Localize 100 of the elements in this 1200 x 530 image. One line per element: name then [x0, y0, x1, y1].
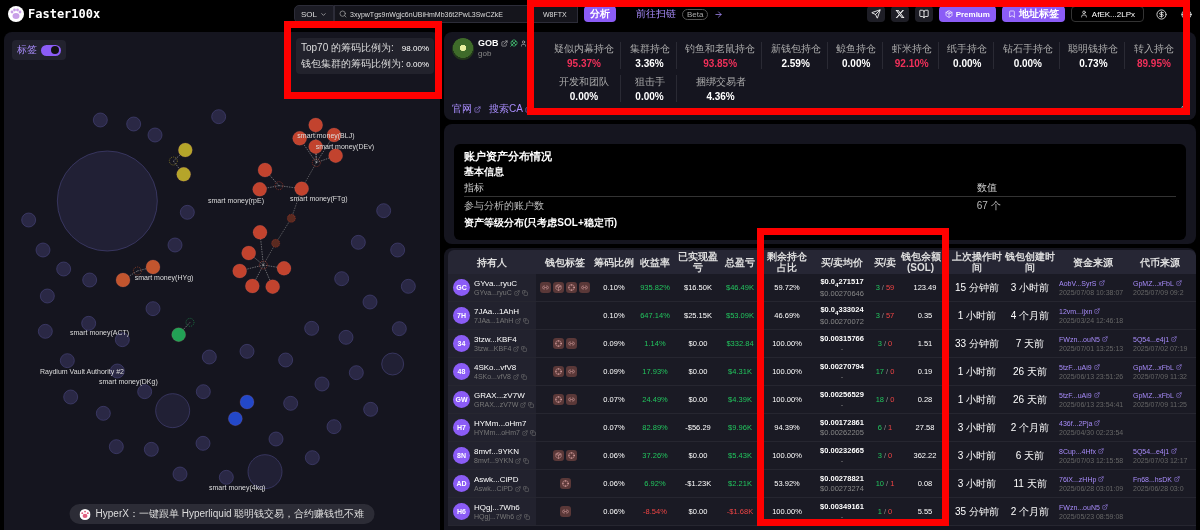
- table-cell: 3 小时前: [1010, 280, 1050, 295]
- stat-label: 捆绑交易者: [695, 75, 746, 89]
- column-header: 指标: [464, 180, 977, 197]
- copy-icon[interactable]: [529, 429, 536, 436]
- ratio-value: 0.00%: [406, 59, 429, 69]
- banner-text: HyperX：一键跟单 Hyperliquid 聪明钱交易，合约赚钱也不难: [95, 507, 365, 521]
- copy-icon[interactable]: [521, 289, 528, 296]
- table-cell: 3 小时前: [957, 476, 997, 491]
- column-header: 总盈亏: [723, 255, 756, 270]
- bookmark-icon: [1007, 10, 1016, 18]
- section-title: 账户资产分布情况: [464, 149, 553, 164]
- holder-name[interactable]: 4SKo...vfV8: [474, 363, 527, 372]
- holder-name[interactable]: GYva...ryuC: [474, 279, 528, 288]
- column-header: 收益率: [639, 255, 671, 270]
- package-icon: [944, 10, 953, 18]
- chevron-down-icon[interactable]: [320, 10, 327, 18]
- table-cell: 15 分钟前: [955, 280, 999, 295]
- table-cell: 26 天前: [1013, 392, 1047, 407]
- paw-icon: [79, 508, 91, 520]
- stat-value: 0.00%: [1013, 58, 1042, 69]
- table-cell: 6 天前: [1015, 448, 1045, 463]
- column-header: 持有人: [476, 255, 508, 270]
- stat-label: 聪明钱持仓: [1068, 42, 1119, 56]
- table-cell: 26 天前: [1013, 364, 1047, 379]
- column-header: 买/卖: [872, 255, 898, 270]
- table-cell-text: 67 个: [976, 199, 1002, 213]
- stat-label: 鲸鱼持仓: [836, 42, 877, 56]
- table-cell: 2 个月前: [1010, 504, 1050, 519]
- promo-banner[interactable]: HyperX：一键跟单 Hyperliquid 聪明钱交易，合约赚钱也不难: [69, 504, 375, 524]
- table-cell-text: 参与分析的账户数: [464, 199, 545, 213]
- stat-label: 新钱包持仓: [770, 42, 821, 56]
- stat-label: 钻石手持仓: [1002, 42, 1053, 56]
- stat-label: 开发和团队: [559, 75, 609, 89]
- stat-value: 0.00%: [953, 58, 982, 69]
- table-cell: 7 天前: [1015, 336, 1045, 351]
- table-cell: 3 小时前: [957, 420, 997, 435]
- table-cell: 1 小时前: [957, 364, 997, 379]
- copy-icon[interactable]: [520, 373, 527, 380]
- table-cell: 11 天前: [1013, 476, 1047, 491]
- stat-value: 0.00%: [569, 91, 599, 102]
- column-header: 代币来源: [1139, 255, 1181, 270]
- column-header: 已实现盈亏: [677, 250, 719, 274]
- brand-name: Faster100x: [28, 7, 101, 21]
- token-name: gob: [478, 49, 493, 58]
- column-header: 上次操作时间: [951, 250, 1003, 274]
- stat-label: 集群持仓: [629, 42, 670, 56]
- paw-logo-icon: [8, 6, 24, 22]
- labels-toggle[interactable]: [41, 44, 61, 56]
- stat-label: 纸手持仓: [947, 42, 988, 56]
- section-subtitle: 基本信息: [464, 165, 505, 179]
- copy-icon[interactable]: [521, 345, 528, 352]
- column-header: 数值: [976, 180, 1176, 197]
- holder-name[interactable]: HQgj...7Wh6: [474, 503, 531, 512]
- column-header: 买/卖均价: [819, 255, 865, 270]
- scan-link[interactable]: 前往扫链: [636, 7, 676, 21]
- x-logo-icon: [894, 9, 905, 19]
- column-header: 剩余持仓占比: [766, 250, 808, 274]
- token-logo-icon: [452, 38, 474, 60]
- holder-name[interactable]: Aswk...CiPD: [474, 475, 529, 484]
- stat-value: 0.00%: [842, 58, 871, 69]
- copy-icon[interactable]: [523, 317, 530, 324]
- stat-label: 虾米持仓: [891, 42, 932, 56]
- token-symbol: GOB: [478, 38, 499, 48]
- copy-icon[interactable]: [528, 401, 535, 408]
- column-header: 钱包创建时间: [1004, 250, 1056, 274]
- copy-icon[interactable]: [522, 485, 529, 492]
- clover-icon: [509, 39, 518, 47]
- holder-name[interactable]: 3tzw...KBF4: [474, 335, 528, 344]
- arrow-right-icon[interactable]: [714, 9, 724, 19]
- table-cell: 35 分钟前: [955, 504, 999, 519]
- ratio-value: 98.00%: [401, 43, 429, 53]
- search-icon: [339, 10, 347, 18]
- stat-value: 4.36%: [706, 91, 735, 102]
- stat-value: 3.36%: [635, 58, 664, 69]
- token-link[interactable]: 搜索CA: [489, 102, 532, 116]
- section-subtitle: 资产等级分布(只考虑SOL+稳定币): [464, 216, 619, 230]
- holder-name[interactable]: 7JAa...1AhH: [474, 307, 530, 316]
- holder-name[interactable]: 8mvf...9YKN: [474, 447, 530, 456]
- stat-value: 2.59%: [781, 58, 810, 69]
- ratio-label: 钱包集群的筹码比例为:: [301, 57, 404, 71]
- column-header: 资金来源: [1072, 255, 1114, 270]
- copy-icon[interactable]: [523, 457, 530, 464]
- token-link[interactable]: 官网: [452, 102, 481, 116]
- stat-label: 钓鱼和老鼠持仓: [685, 42, 756, 56]
- table-cell: 3 小时前: [957, 448, 997, 463]
- holder-name[interactable]: HYMm...oHm7: [474, 419, 536, 428]
- copy-icon[interactable]: [524, 513, 531, 520]
- dollar-icon[interactable]: [1156, 8, 1167, 20]
- book-icon: [918, 9, 929, 19]
- stat-value: 0.73%: [1079, 58, 1108, 69]
- stat-value: 89.95%: [1136, 58, 1171, 69]
- paper-plane-icon: [870, 9, 881, 19]
- table-cell: 1 小时前: [957, 308, 997, 323]
- column-header: 钱包余额(SOL): [900, 250, 942, 274]
- stat-label: 疑似内幕持仓: [554, 42, 614, 56]
- table-cell: 4 个月前: [1010, 308, 1050, 323]
- holder-name[interactable]: GRAX...zV7W: [474, 391, 535, 400]
- stat-value: 92.10%: [894, 58, 929, 69]
- ratio-label: Top70 的筹码比例为:: [301, 41, 394, 55]
- stat-label: 转入持仓: [1133, 42, 1174, 56]
